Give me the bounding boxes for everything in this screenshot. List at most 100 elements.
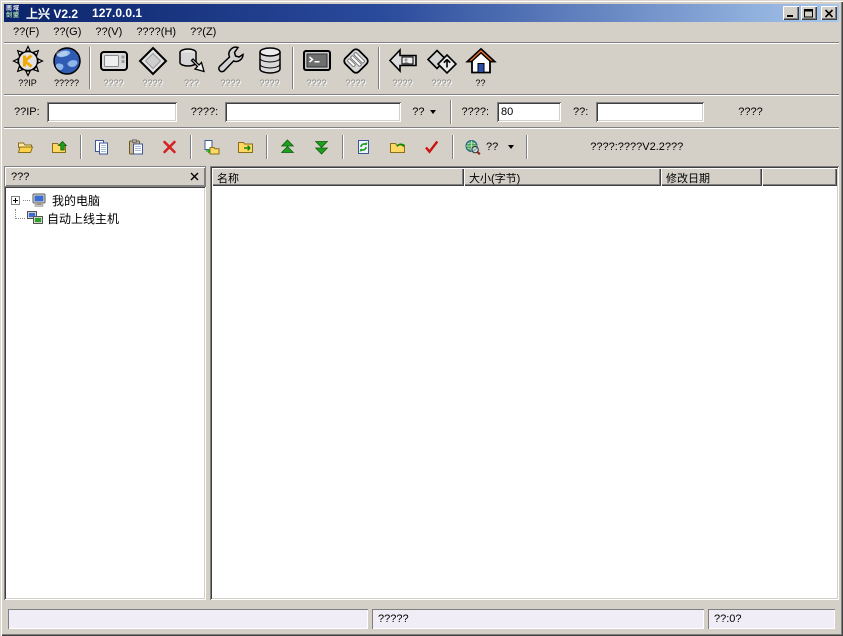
- copy-button[interactable]: [88, 135, 114, 159]
- toolbar-button-process[interactable]: ???: [172, 45, 211, 93]
- delete-button[interactable]: [156, 135, 182, 159]
- hosts-panel-header: ???: [4, 166, 206, 186]
- red-check-icon: [424, 140, 438, 154]
- menu-about[interactable]: ??(Z): [183, 24, 223, 40]
- toolbar-separator: [378, 47, 380, 89]
- upload-button[interactable]: [274, 135, 300, 159]
- menu-help[interactable]: ????(H): [129, 24, 183, 40]
- move-to-folder-icon: [204, 139, 219, 154]
- apply-button[interactable]: [418, 135, 444, 159]
- open-folder-button[interactable]: [12, 135, 38, 159]
- close-icon: [190, 172, 199, 180]
- refresh-icon: [357, 139, 369, 154]
- ip-input[interactable]: [46, 101, 177, 122]
- file-list-header: 名称 大小(字节) 修改日期: [212, 168, 837, 186]
- tree-item-auto-online-hosts[interactable]: 自动上线主机: [6, 209, 204, 227]
- toolbar-label: ??IP: [18, 78, 37, 88]
- toolbar-label: ????: [259, 78, 280, 88]
- password-input[interactable]: [596, 101, 705, 122]
- toolbar-separator: [292, 47, 294, 89]
- folder-arrow-right-icon: [237, 141, 253, 153]
- tree-connector: [23, 199, 30, 201]
- connect-button[interactable]: ????: [738, 106, 762, 118]
- web-search-icon: [465, 139, 481, 155]
- file-list: 名称 大小(字节) 修改日期: [210, 166, 839, 600]
- maximize-icon: [804, 8, 813, 17]
- main-toolbar: ??IP ????? ???? ???? ??? ???? ???? ???? …: [4, 44, 839, 94]
- minimize-icon: [787, 14, 793, 17]
- panel-close-button[interactable]: [188, 172, 201, 182]
- minimize-button[interactable]: [783, 6, 799, 20]
- toolbar-button-home[interactable]: ??: [461, 45, 500, 93]
- gear-icon: [11, 45, 44, 77]
- menu-file[interactable]: ??(F): [6, 24, 46, 40]
- download-button[interactable]: [308, 135, 334, 159]
- close-button[interactable]: [821, 6, 837, 20]
- toolbar-separator: [526, 134, 529, 159]
- toolbar-status-text: ????:????V2.2???: [590, 140, 684, 153]
- toolbar-button-upgrade[interactable]: ????: [422, 45, 461, 93]
- image-back-icon: [387, 45, 419, 77]
- paste-button[interactable]: [122, 135, 148, 159]
- tree-connector: [15, 209, 25, 219]
- file-toolbar: ?? ????:????V2.2???: [4, 129, 839, 164]
- port-input[interactable]: [497, 101, 561, 122]
- toolbar-button-shell[interactable]: ????: [297, 45, 336, 93]
- toolbar-button-config-ip[interactable]: ??IP: [8, 45, 47, 93]
- port-label: ????:: [461, 105, 489, 118]
- menu-tools[interactable]: ??(G): [46, 24, 88, 40]
- toolbar-label: ????: [306, 78, 327, 88]
- column-header-size[interactable]: 大小(字节): [464, 168, 661, 186]
- toolbar-button-disk[interactable]: ????: [133, 45, 172, 93]
- move-to-folder-button[interactable]: [198, 135, 224, 159]
- toolbar-button-screen[interactable]: ????: [94, 45, 133, 93]
- refresh-button[interactable]: [350, 135, 376, 159]
- status-panel-middle: ?????: [372, 609, 704, 629]
- toolbar-label: ?????: [53, 78, 80, 88]
- search-dropdown[interactable]: ??: [464, 139, 515, 155]
- keyboard-diamond-icon: [340, 45, 372, 77]
- password-label: ??:: [573, 105, 589, 118]
- extract-to-folder-button[interactable]: [232, 135, 258, 159]
- toolbar-button-registry[interactable]: ????: [250, 45, 289, 93]
- home-icon: [464, 45, 497, 77]
- hosts-panel: ??? 我的电脑 自动上线主机: [4, 166, 206, 600]
- window-title-ip: 127.0.0.1: [92, 6, 143, 20]
- status-middle-text: ?????: [378, 613, 409, 625]
- folder-up-button[interactable]: [46, 135, 72, 159]
- column-header-empty[interactable]: [762, 168, 837, 186]
- goto-folder-button[interactable]: [384, 135, 410, 159]
- domain-input[interactable]: [225, 101, 402, 122]
- double-chevron-down-icon: [314, 140, 328, 155]
- expand-plus-toggle[interactable]: [11, 195, 20, 205]
- folder-go-icon: [389, 142, 405, 153]
- file-list-body[interactable]: [212, 186, 837, 598]
- hosts-panel-title: ???: [11, 170, 30, 183]
- diamond-arrow-icon: [426, 45, 458, 77]
- column-header-name[interactable]: 名称: [212, 168, 464, 186]
- toolbar-button-settings[interactable]: ????: [211, 45, 250, 93]
- toolbar-separator: [452, 134, 454, 159]
- toolbar-separator: [190, 134, 192, 159]
- mode-dropdown[interactable]: ??: [407, 104, 441, 120]
- cylinder-arrow-icon: [176, 45, 208, 77]
- domain-label: ????:: [190, 105, 219, 118]
- chevron-down-icon: [508, 144, 515, 149]
- toolbar-button-capture[interactable]: ????: [383, 45, 422, 93]
- toolbar-button-keylog[interactable]: ????: [336, 45, 375, 93]
- database-icon: [254, 45, 286, 77]
- logo-text-top: 南域: [6, 6, 21, 12]
- menu-view[interactable]: ??(V): [88, 24, 129, 40]
- search-dropdown-label: ??: [486, 140, 499, 153]
- network-host-icon: [27, 210, 43, 226]
- toolbar-button-online[interactable]: ?????: [47, 45, 86, 93]
- tree-item-label: 自动上线主机: [47, 211, 120, 226]
- toolbar-separator: [266, 134, 268, 159]
- column-header-modified[interactable]: 修改日期: [661, 168, 762, 186]
- toolbar-separator: [89, 47, 91, 89]
- maximize-button[interactable]: [801, 6, 817, 20]
- folder-up-icon: [51, 140, 67, 153]
- tree-item-my-computer[interactable]: 我的电脑: [6, 191, 204, 209]
- mode-dropdown-label: ??: [412, 105, 425, 118]
- toolbar-label: ???: [183, 78, 200, 88]
